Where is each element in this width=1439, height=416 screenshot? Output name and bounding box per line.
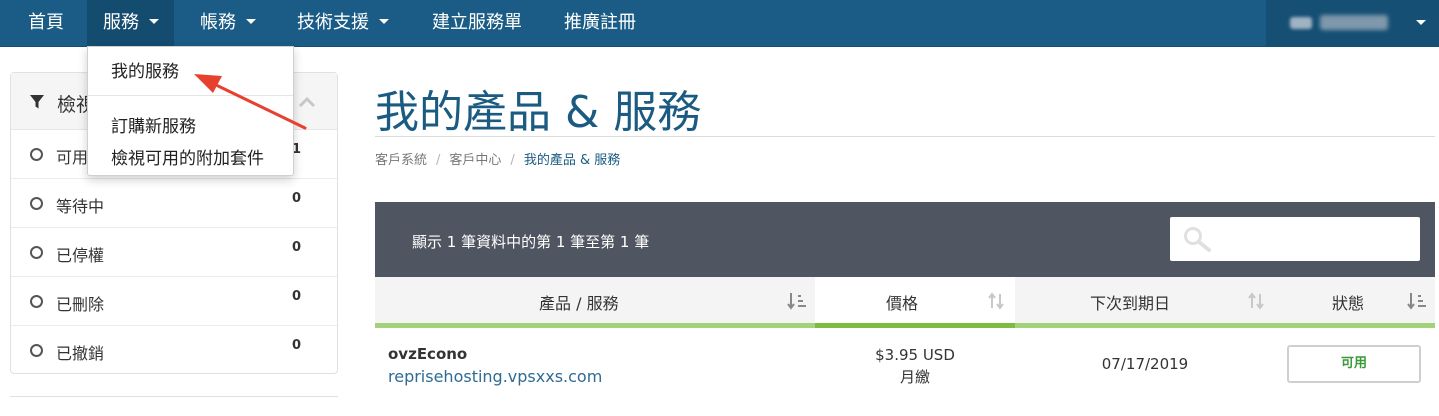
table-toolbar: 顯示 1 筆資料中的第 1 筆至第 1 筆 xyxy=(375,202,1435,277)
user-account-menu[interactable] xyxy=(1266,0,1439,46)
nav-billing[interactable]: 帳務 xyxy=(200,0,256,46)
sort-icon xyxy=(1407,293,1426,310)
menu-item-my-services[interactable]: 我的服務 xyxy=(111,57,179,82)
table-search-input[interactable] xyxy=(1216,225,1411,253)
nav-services[interactable]: 服務 xyxy=(87,0,174,46)
nav-support-label: 技術支援 xyxy=(297,12,369,33)
nav-home-label: 首頁 xyxy=(28,12,64,33)
breadcrumb: 客戶系統 / 客戶中心 / 我的產品 & 服務 xyxy=(375,149,620,168)
filter-item-suspended[interactable]: 已停權 0 xyxy=(11,228,337,277)
sort-icon xyxy=(1248,292,1264,310)
nav-open-ticket[interactable]: 建立服務單 xyxy=(432,0,522,46)
price-amount: $3.95 USD xyxy=(875,346,955,364)
filter-label: 等待中 xyxy=(56,197,105,216)
chevron-down-icon xyxy=(379,18,389,24)
nav-support[interactable]: 技術支援 xyxy=(297,0,389,46)
product-name: ovzEcono xyxy=(388,345,468,363)
breadcrumb-item-client-area[interactable]: 客戶中心 xyxy=(449,153,501,168)
breadcrumb-item-current: 我的產品 & 服務 xyxy=(523,153,621,168)
nav-open-ticket-label: 建立服務單 xyxy=(432,12,522,33)
filter-item-pending[interactable]: 等待中 0 xyxy=(11,179,337,228)
nav-home[interactable]: 首頁 xyxy=(28,0,64,46)
filter-item-terminated[interactable]: 已刪除 0 xyxy=(11,277,337,326)
table-row[interactable]: ovzEcono reprisehosting.vpsxxs.com $3.95… xyxy=(375,328,1435,400)
filter-label: 已撤銷 xyxy=(56,344,105,363)
nav-services-label: 服務 xyxy=(103,12,139,33)
nav-affiliates[interactable]: 推廣註冊 xyxy=(564,0,636,46)
price-cell: $3.95 USD 月繳 xyxy=(815,344,1015,388)
filter-count: 0 xyxy=(292,338,302,353)
table-info-text: 顯示 1 筆資料中的第 1 筆至第 1 筆 xyxy=(412,233,650,251)
next-due-date: 07/17/2019 xyxy=(1101,355,1189,373)
title-divider xyxy=(375,136,1435,137)
filter-count: 0 xyxy=(292,191,302,206)
table-search-box[interactable] xyxy=(1170,217,1420,261)
column-header-label: 狀態 xyxy=(1332,294,1365,313)
filter-label: 已刪除 xyxy=(56,295,105,314)
table-header: 產品 / 服務 價格 下次到期日 狀態 xyxy=(375,277,1435,328)
filter-icon xyxy=(30,95,44,109)
column-header-label: 下次到期日 xyxy=(1090,294,1171,313)
column-header-status[interactable]: 狀態 xyxy=(1275,277,1435,328)
radio-icon xyxy=(30,295,43,308)
chevron-down-icon xyxy=(246,18,256,24)
sort-icon xyxy=(787,293,806,310)
filter-count: 0 xyxy=(292,289,302,304)
column-header-label: 價格 xyxy=(886,294,919,313)
nav-affiliates-label: 推廣註冊 xyxy=(564,12,636,33)
menu-item-view-addons[interactable]: 檢視可用的附加套件 xyxy=(111,144,264,169)
breadcrumb-separator: / xyxy=(510,153,515,168)
column-header-product[interactable]: 產品 / 服務 xyxy=(375,277,815,328)
radio-icon xyxy=(30,148,43,161)
chevron-down-icon xyxy=(149,18,159,24)
status-badge: 可用 xyxy=(1287,345,1421,383)
breadcrumb-item-portal[interactable]: 客戶系統 xyxy=(375,153,427,168)
radio-icon xyxy=(30,246,43,259)
column-header-price[interactable]: 價格 xyxy=(815,277,1015,328)
product-domain-link[interactable]: reprisehosting.vpsxxs.com xyxy=(388,367,602,386)
top-navbar: 首頁 服務 帳務 技術支援 建立服務單 推廣註冊 xyxy=(0,0,1439,47)
filter-item-cancelled[interactable]: 已撤銷 0 xyxy=(11,326,337,375)
filter-label: 已停權 xyxy=(56,246,105,265)
radio-icon xyxy=(30,197,43,210)
secondary-panel-edge xyxy=(10,396,338,416)
chevron-down-icon xyxy=(1416,20,1426,25)
sort-icon xyxy=(988,292,1004,310)
chevron-up-icon[interactable] xyxy=(298,96,316,108)
breadcrumb-separator: / xyxy=(436,153,441,168)
services-dropdown-menu: 我的服務 訂購新服務 檢視可用的附加套件 xyxy=(87,46,294,176)
billing-cycle: 月繳 xyxy=(899,368,930,386)
nav-billing-label: 帳務 xyxy=(200,12,236,33)
page-title: 我的產品 & 服務 xyxy=(375,87,702,138)
search-icon xyxy=(1184,227,1211,252)
filter-count: 0 xyxy=(292,240,302,255)
filter-label: 可用 xyxy=(56,148,89,167)
avatar xyxy=(1290,17,1312,29)
column-header-label: 產品 / 服務 xyxy=(539,294,619,313)
column-header-due-date[interactable]: 下次到期日 xyxy=(1015,277,1275,328)
menu-divider xyxy=(88,95,293,96)
menu-item-order-new[interactable]: 訂購新服務 xyxy=(111,112,196,137)
radio-icon xyxy=(30,344,43,357)
user-name-redacted xyxy=(1320,15,1388,30)
